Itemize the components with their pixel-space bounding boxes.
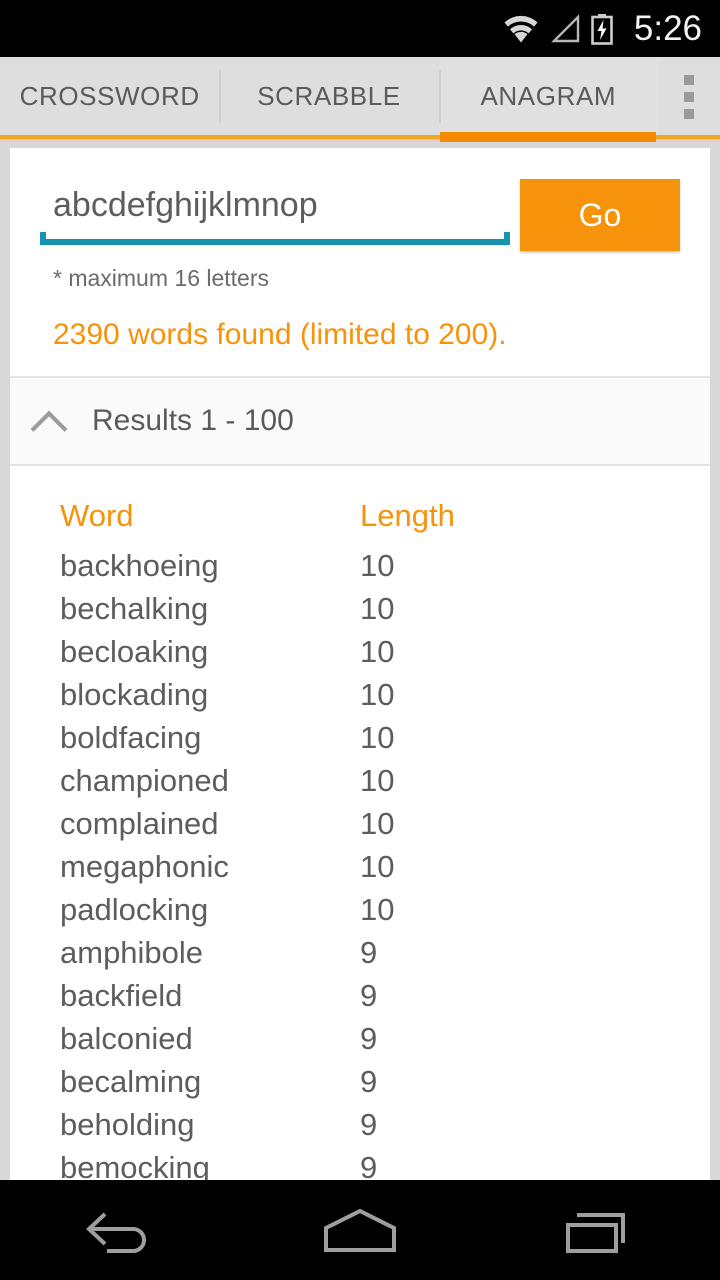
home-icon	[324, 1208, 396, 1252]
recents-icon	[566, 1213, 625, 1253]
active-tab-indicator	[440, 132, 656, 142]
cell-length: 10	[360, 547, 395, 583]
max-letters-hint: * maximum 16 letters	[53, 265, 270, 291]
status-icons: 5:26	[502, 11, 702, 46]
search-field-wrapper	[40, 178, 510, 245]
wifi-icon	[504, 15, 538, 42]
cell-word: complained	[60, 805, 219, 841]
cell-length: 10	[360, 805, 395, 841]
table-header-row: Word Length	[10, 488, 710, 544]
cell-word: backhoeing	[60, 547, 219, 583]
results-list[interactable]: backhoeing 10 bechalking 10 becloaking 10 bloc…	[10, 544, 710, 1217]
table-row[interactable]: boldfacing 10	[10, 716, 710, 759]
table-row[interactable]: beholding 9	[10, 1103, 710, 1146]
cell-word: padlocking	[60, 891, 209, 927]
results-section-header[interactable]: Results 1 - 100	[10, 376, 710, 466]
cell-word: becalming	[60, 1063, 202, 1099]
overflow-dot-icon	[683, 91, 694, 102]
cell-word: megaphonic	[60, 848, 229, 884]
tab-bar: CROSSWORD SCRABBLE ANAGRAM	[0, 57, 720, 136]
cell-length: 9	[360, 1106, 378, 1142]
search-input-underline	[40, 232, 510, 245]
tab-anagram[interactable]: ANAGRAM	[438, 57, 658, 136]
tab-crossword-label: CROSSWORD	[19, 81, 200, 111]
table-row[interactable]: becloaking 10	[10, 630, 710, 673]
chevron-up-icon[interactable]	[32, 404, 66, 438]
cell-signal-icon	[550, 13, 580, 42]
main-card: Go * maximum 16 letters 2390 words found…	[10, 148, 710, 1216]
search-input[interactable]	[40, 178, 510, 239]
table-row[interactable]: backfield 9	[10, 974, 710, 1017]
results-table: Word Length backhoeing 10 bechalking 10 becl…	[10, 466, 710, 1216]
cell-word: amphibole	[60, 934, 204, 970]
cell-length: 10	[360, 590, 395, 626]
nav-home-button[interactable]	[285, 1180, 435, 1280]
cell-length: 9	[360, 1020, 378, 1056]
cell-length: 10	[360, 633, 395, 669]
cell-word: beholding	[60, 1106, 195, 1142]
cell-word: boldfacing	[60, 719, 202, 755]
tab-anagram-label: ANAGRAM	[480, 81, 617, 111]
system-nav-bar	[0, 1180, 720, 1280]
table-row[interactable]: backhoeing 10	[10, 544, 710, 587]
cell-length: 9	[360, 1063, 378, 1099]
tab-scrabble-label: SCRABBLE	[257, 81, 401, 111]
nav-back-button[interactable]	[45, 1180, 195, 1280]
status-bar: 5:26	[0, 0, 720, 57]
tab-scrabble[interactable]: SCRABBLE	[219, 57, 439, 136]
table-row[interactable]: blockading 10	[10, 673, 710, 716]
back-icon	[86, 1212, 146, 1253]
cell-word: championed	[60, 762, 229, 798]
cell-length: 10	[360, 719, 395, 755]
overflow-dot-icon	[683, 108, 694, 119]
results-table-header: Word Length	[10, 488, 710, 544]
table-row[interactable]: championed 10	[10, 759, 710, 802]
cell-word: backfield	[60, 977, 183, 1013]
table-row[interactable]: padlocking 10	[10, 888, 710, 931]
table-row[interactable]: complained 10	[10, 802, 710, 845]
nav-recents-button[interactable]	[525, 1180, 675, 1280]
column-header-word: Word	[60, 498, 134, 533]
cell-length: 10	[360, 762, 395, 798]
search-block: Go	[10, 148, 710, 251]
results-section-title: Results 1 - 100	[92, 404, 294, 437]
overflow-dot-icon	[683, 74, 694, 85]
status-clock: 5:26	[633, 9, 702, 48]
app-screen: 5:26 CROSSWORD SCRABBLE ANAGRAM abcdefgh…	[0, 0, 720, 1280]
tab-indicator-strip	[0, 132, 720, 144]
tab-crossword[interactable]: CROSSWORD	[0, 57, 220, 136]
overflow-menu-button[interactable]	[657, 57, 720, 136]
cell-word: becloaking	[60, 633, 209, 669]
go-button[interactable]: Go	[520, 179, 680, 251]
table-row[interactable]: bechalking 10	[10, 587, 710, 630]
table-row[interactable]: becalming 9	[10, 1060, 710, 1103]
cell-length: 9	[360, 977, 378, 1013]
cell-word: bechalking	[60, 590, 209, 626]
cell-length: 10	[360, 891, 395, 927]
cell-length: 9	[360, 934, 378, 970]
battery-charging-icon	[591, 13, 613, 45]
table-row[interactable]: megaphonic 10	[10, 845, 710, 888]
cell-length: 10	[360, 848, 395, 884]
words-found-status: 2390 words found (limited to 200).	[53, 318, 507, 351]
cell-length: 10	[360, 676, 395, 712]
cell-word: balconied	[60, 1020, 193, 1056]
content-area: Go * maximum 16 letters 2390 words found…	[0, 142, 720, 1216]
cell-word: blockading	[60, 676, 209, 712]
table-row[interactable]: amphibole 9	[10, 931, 710, 974]
column-header-length: Length	[360, 498, 455, 533]
table-row[interactable]: balconied 9	[10, 1017, 710, 1060]
